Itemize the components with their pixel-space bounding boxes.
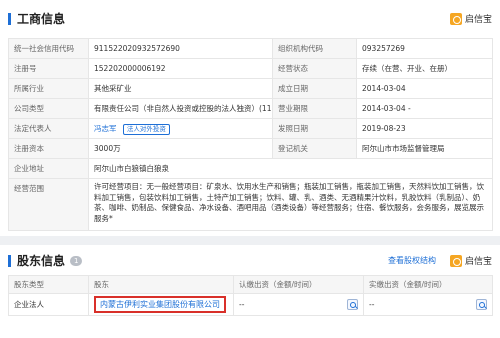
qixinbao-badge[interactable]: 启信宝 — [449, 12, 492, 25]
legal-rep-link[interactable]: 冯志军 — [94, 124, 117, 133]
table-row: 企业法人 内蒙古伊利实业集团股份有限公司 -- -- — [8, 293, 493, 316]
scope-value: 许可经营项目：无一般经营项目：矿泉水、饮用水生产和销售；瓶装加工销售，瓶装加工销… — [88, 178, 493, 231]
subscribed-cell: -- — [233, 293, 364, 316]
reg-no-label: 注册号 — [8, 58, 89, 79]
company-type-label: 公司类型 — [8, 98, 89, 119]
paid-cell: -- — [363, 293, 493, 316]
legal-rep-cell: 冯志军 法人对外投资 — [88, 118, 273, 139]
term-label: 营业期限 — [272, 98, 357, 119]
license-date-value: 2019-08-23 — [356, 118, 493, 139]
table-row: 所属行业 其他采矿业 成立日期 2014-03-04 — [8, 78, 493, 99]
shareholders-header: 股东信息 1 查看股权结构 启信宝 — [8, 250, 492, 272]
table-row: 注册资本 3000万 登记机关 阿尔山市市场监督管理局 — [8, 138, 493, 159]
industry-label: 所属行业 — [8, 78, 89, 99]
scope-label: 经营范围 — [8, 178, 89, 231]
address-value: 阿尔山市白狼镇白狼泉 — [88, 158, 493, 179]
org-code-label: 组织机构代码 — [272, 38, 357, 59]
col-header-subscribed: 认缴出资（金额/时间） — [233, 275, 364, 294]
status-value: 存续（在营、开业、在册） — [356, 58, 493, 79]
address-label: 企业地址 — [8, 158, 89, 179]
reg-no-value: 152202000006192 — [88, 58, 273, 79]
table-row: 统一社会信用代码 911522020932572690 组织机构代码 09325… — [8, 38, 493, 59]
legal-rep-investment-button[interactable]: 法人对外投资 — [122, 123, 170, 135]
credit-code-value: 911522020932572690 — [88, 38, 273, 59]
table-row: 经营范围 许可经营项目：无一般经营项目：矿泉水、饮用水生产和销售；瓶装加工销售，… — [8, 178, 493, 231]
col-header-holder: 股东 — [88, 275, 234, 294]
holder-name-link[interactable]: 内蒙古伊利实业集团股份有限公司 — [94, 296, 226, 313]
founded-value: 2014-03-04 — [356, 78, 493, 99]
col-header-paid: 实缴出资（金额/时间） — [363, 275, 493, 294]
term-value: 2014-03-04 - — [356, 98, 493, 119]
holder-type: 企业法人 — [8, 293, 89, 316]
section-divider — [0, 236, 500, 245]
status-label: 经营状态 — [272, 58, 357, 79]
legal-rep-label: 法定代表人 — [8, 118, 89, 139]
qixinbao-badge[interactable]: 启信宝 — [449, 254, 492, 267]
authority-label: 登记机关 — [272, 138, 357, 159]
subscribed-search-icon[interactable] — [347, 299, 358, 310]
founded-label: 成立日期 — [272, 78, 357, 99]
paid-search-icon[interactable] — [476, 299, 487, 310]
qixinbao-logo-icon — [449, 12, 462, 25]
shareholders-table: 股东类型 股东 认缴出资（金额/时间） 实缴出资（金额/时间） 企业法人 内蒙古… — [8, 275, 493, 316]
qixinbao-badge-label: 启信宝 — [464, 257, 492, 267]
authority-value: 阿尔山市市场监督管理局 — [356, 138, 493, 159]
qixinbao-badge-label: 启信宝 — [464, 15, 492, 25]
capital-value: 3000万 — [88, 138, 273, 159]
business-info-header: 工商信息 启信宝 — [8, 8, 492, 30]
table-row: 注册号 152202000006192 经营状态 存续（在营、开业、在册） — [8, 58, 493, 79]
org-code-value: 093257269 — [356, 38, 493, 59]
capital-label: 注册资本 — [8, 138, 89, 159]
company-type-value: 有限责任公司（非自然人投资或控股的法人独资）(1153) — [88, 98, 273, 119]
table-row: 公司类型 有限责任公司（非自然人投资或控股的法人独资）(1153) 营业期限 2… — [8, 98, 493, 119]
subscribed-value: -- — [239, 300, 245, 309]
company-info-page: 工商信息 启信宝 统一社会信用代码 911522020932572690 组织机… — [0, 0, 500, 338]
license-date-label: 发照日期 — [272, 118, 357, 139]
shareholders-title: 股东信息 — [8, 255, 65, 267]
holder-name-cell: 内蒙古伊利实业集团股份有限公司 — [88, 293, 234, 316]
industry-value: 其他采矿业 — [88, 78, 273, 99]
table-row: 法定代表人 冯志军 法人对外投资 发照日期 2019-08-23 — [8, 118, 493, 139]
table-row: 企业地址 阿尔山市白狼镇白狼泉 — [8, 158, 493, 179]
business-info-table: 统一社会信用代码 911522020932572690 组织机构代码 09325… — [8, 38, 493, 231]
paid-value: -- — [369, 300, 375, 309]
table-header-row: 股东类型 股东 认缴出资（金额/时间） 实缴出资（金额/时间） — [8, 275, 493, 294]
credit-code-label: 统一社会信用代码 — [8, 38, 89, 59]
qixinbao-logo-icon — [449, 254, 462, 267]
shareholders-count-badge: 1 — [70, 256, 83, 266]
view-equity-structure-link[interactable]: 查看股权结构 — [388, 255, 436, 266]
business-info-title: 工商信息 — [8, 13, 65, 25]
col-header-type: 股东类型 — [8, 275, 89, 294]
